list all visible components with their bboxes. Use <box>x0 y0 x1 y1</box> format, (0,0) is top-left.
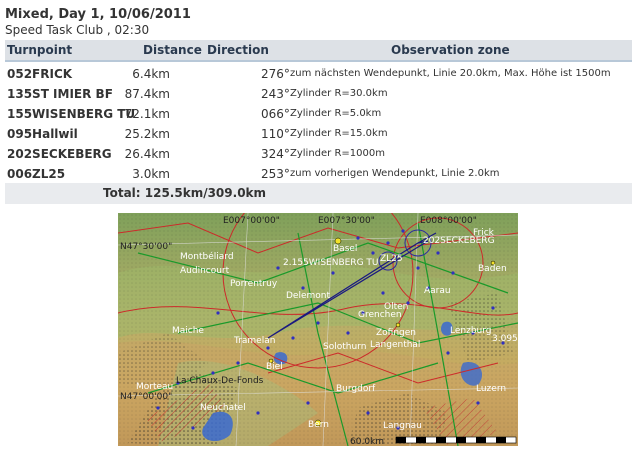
waypoint-label-marker: 3.095 <box>492 334 518 344</box>
table-row: 155WISENBERG TU 72.1km 066° Zylinder R=5… <box>5 104 632 124</box>
turnpoint-distance: 87.4km <box>124 87 170 101</box>
city-label-tramelan: Tramelan <box>233 336 275 346</box>
turnpoint-observation-zone: zum nächsten Wendepunkt, Linie 20.0km, M… <box>290 68 611 79</box>
turnpoint-direction: 276° <box>261 67 290 81</box>
column-turnpoint: Turnpoint <box>7 43 73 57</box>
table-row: 202SECKEBERG 26.4km 324° Zylinder R=1000… <box>5 144 632 164</box>
city-label-montbeliard: Montbéliard <box>180 251 234 262</box>
city-label-lachaux: La Chaux-De-Fonds <box>176 376 264 386</box>
turnpoint-name: 155WISENBERG TU <box>7 107 136 121</box>
turnpoint-direction: 324° <box>261 147 290 161</box>
column-distance: Distance <box>143 43 202 57</box>
turnpoint-observation-zone: zum vorherigen Wendepunkt, Linie 2.0km <box>290 168 500 179</box>
city-label-biel: Biel <box>266 362 283 372</box>
turnpoint-distance: 72.1km <box>124 107 170 121</box>
longitude-label-e7: E007°00'00" <box>223 216 280 226</box>
city-label-baden: Baden <box>478 264 507 274</box>
turnpoint-name: 135ST IMIER BF <box>7 87 113 101</box>
city-label-solothurn: Solothurn <box>323 342 366 352</box>
city-label-maiche: Maiche <box>172 326 204 336</box>
longitude-label-e8: E008°00'00" <box>420 216 477 226</box>
city-label-langnau: Langnau <box>383 421 422 431</box>
turnpoint-direction: 253° <box>261 167 290 181</box>
turnpoint-name: 095Hallwil <box>7 127 78 141</box>
column-direction: Direction <box>207 43 269 57</box>
city-label-zofingen: Zofingen <box>376 328 416 338</box>
task-map[interactable]: E007°00'00" E007°30'00" E008°00'00" N47°… <box>118 213 518 446</box>
scale-label: 60.0km <box>350 437 384 446</box>
turnpoint-name: 052FRICK <box>7 67 73 81</box>
table-row: 095Hallwil 25.2km 110° Zylinder R=15.0km <box>5 124 632 144</box>
turnpoint-observation-zone: Zylinder R=15.0km <box>290 128 388 139</box>
turnpoint-direction: 243° <box>261 87 290 101</box>
waypoint-label-wisenberg: 2.155WISENBERG TU <box>283 258 378 268</box>
city-label-frick: Frick <box>473 228 495 238</box>
turnpoint-observation-zone: Zylinder R=1000m <box>290 148 385 159</box>
table-row: 135ST IMIER BF 87.4km 243° Zylinder R=30… <box>5 84 632 104</box>
table-row: 052FRICK 6.4km 276° zum nächsten Wendepu… <box>5 64 632 84</box>
city-label-porrentruy: Porrentruy <box>230 279 278 289</box>
turnpoint-observation-zone: Zylinder R=5.0km <box>290 108 382 119</box>
latitude-label-n47: N47°00'00" <box>120 392 172 402</box>
turnpoint-distance: 25.2km <box>124 127 170 141</box>
city-label-lenzburg: Lenzburg <box>450 326 492 336</box>
turnpoint-observation-zone: Zylinder R=30.0km <box>290 88 388 99</box>
task-total: Total: 125.5km/309.0km <box>5 183 632 204</box>
task-title: Mixed, Day 1, 10/06/2011 <box>5 7 191 22</box>
city-label-audincourt: Audincourt <box>180 266 230 276</box>
city-label-delemont: Delemont <box>286 291 330 301</box>
turnpoint-name: 202SECKEBERG <box>7 147 112 161</box>
city-label-bern: Bern <box>308 420 329 430</box>
city-label-burgdorf: Burgdorf <box>336 384 376 394</box>
turnpoint-distance: 26.4km <box>124 147 170 161</box>
city-label-neuchatel: Neuchatel <box>200 403 246 413</box>
turnpoint-direction: 066° <box>261 107 290 121</box>
waypoint-label-zl25: ZL25 <box>380 254 403 264</box>
turnpoint-distance: 3.0km <box>132 167 170 181</box>
longitude-label-e730: E007°30'00" <box>318 216 375 226</box>
turnpoint-direction: 110° <box>261 127 290 141</box>
turnpoint-distance: 6.4km <box>132 67 170 81</box>
city-label-grenchen: Grenchen <box>358 310 402 320</box>
task-subtitle: Speed Task Club , 02:30 <box>5 23 150 37</box>
city-label-luzern: Luzern <box>476 384 506 394</box>
task-total-label: Total: 125.5km/309.0km <box>103 186 267 200</box>
city-label-langenthal: Langenthal <box>370 340 420 350</box>
table-row: 006ZL25 3.0km 253° zum vorherigen Wendep… <box>5 164 632 184</box>
turnpoint-name: 006ZL25 <box>7 167 66 181</box>
city-label-aarau: Aarau <box>424 286 451 296</box>
column-observation-zone: Observation zone <box>391 43 510 57</box>
city-label-basel: Basel <box>333 244 357 254</box>
latitude-label-n4730: N47°30'00" <box>120 242 172 252</box>
table-header: Turnpoint Distance Direction Observation… <box>5 40 632 62</box>
city-label-morteau: Morteau <box>136 382 173 392</box>
